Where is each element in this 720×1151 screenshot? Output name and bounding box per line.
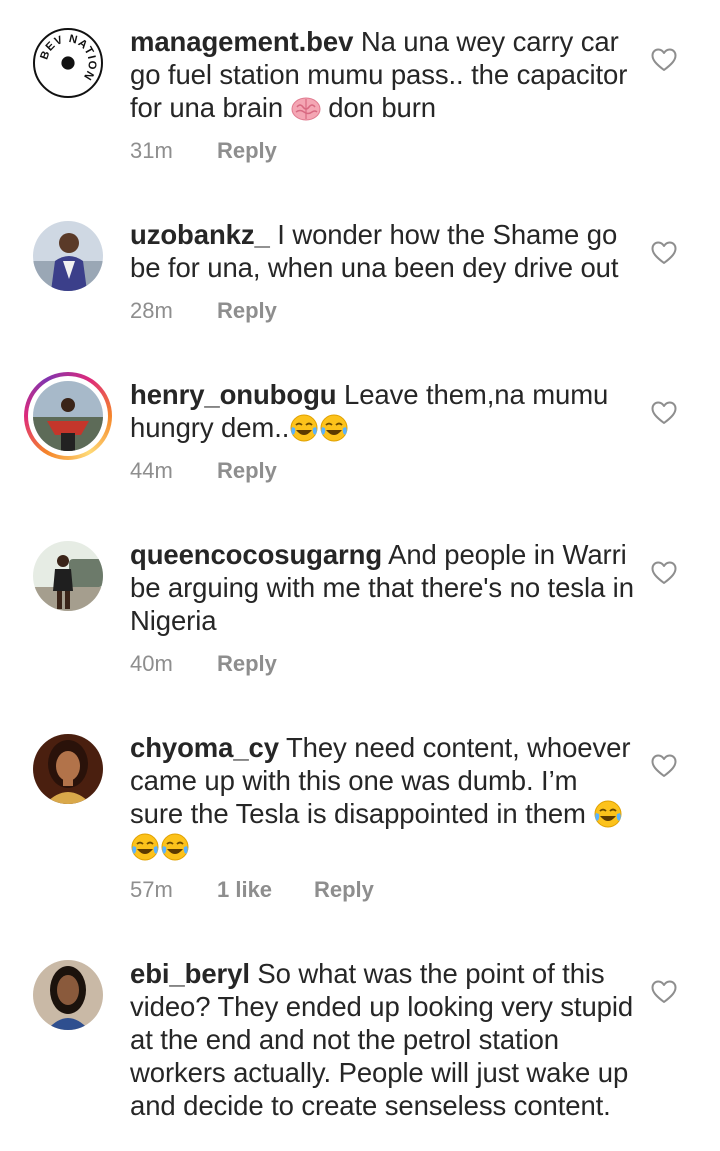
avatar[interactable]: [33, 734, 103, 804]
heart-icon[interactable]: [651, 48, 677, 72]
laughing-tears-emoji: [290, 414, 318, 442]
laughing-tears-emoji: [594, 800, 622, 828]
comment-time: 28m: [130, 298, 173, 323]
comment-time: 40m: [130, 651, 173, 676]
heart-icon[interactable]: [651, 561, 677, 585]
comment-time: 44m: [130, 458, 173, 483]
heart-icon[interactable]: [651, 754, 677, 778]
comment-meta: 31m Reply: [130, 138, 277, 164]
story-ring[interactable]: [24, 372, 112, 460]
comment-username[interactable]: uzobankz_: [130, 219, 270, 250]
comment-username[interactable]: ebi_beryl: [130, 958, 250, 989]
avatar[interactable]: BEV NATION: [33, 28, 103, 98]
comment-username[interactable]: queencocosugarng: [130, 539, 382, 570]
comment-text: queencocosugarng And people in Warri be …: [130, 538, 635, 637]
likes-count[interactable]: 1 like: [217, 877, 314, 903]
comment-username[interactable]: henry_onubogu: [130, 379, 337, 410]
heart-icon[interactable]: [651, 980, 677, 1004]
comment-time: 31m: [130, 138, 173, 163]
comment-username[interactable]: management.bev: [130, 26, 353, 57]
reply-button[interactable]: Reply: [217, 298, 277, 324]
comment-meta: 44m Reply: [130, 458, 277, 484]
avatar[interactable]: [33, 221, 103, 291]
profile-photo: [33, 960, 103, 1030]
comment-time: 57m: [130, 877, 173, 902]
comment-username[interactable]: chyoma_cy: [130, 732, 279, 763]
brain-emoji: [291, 97, 321, 121]
comment-body-end: don burn: [320, 92, 436, 123]
reply-button[interactable]: Reply: [217, 458, 277, 484]
reply-button[interactable]: Reply: [217, 651, 277, 677]
profile-photo: [33, 541, 103, 611]
bev-nation-logo: BEV NATION: [36, 31, 100, 95]
avatar[interactable]: [33, 960, 103, 1030]
profile-photo: [33, 221, 103, 291]
avatar[interactable]: [33, 541, 103, 611]
comment-text: management.bev Na una wey carry car go f…: [130, 25, 635, 124]
reply-button[interactable]: Reply: [217, 138, 277, 164]
comment-text: henry_onubogu Leave them,na mumu hungry …: [130, 378, 635, 444]
laughing-tears-emoji: [320, 414, 348, 442]
comment-text: ebi_beryl So what was the point of this …: [130, 957, 635, 1122]
comment-meta: 28m Reply: [130, 298, 277, 324]
laughing-tears-emoji: [131, 833, 159, 861]
avatar[interactable]: [33, 381, 103, 451]
comment-meta: 40m Reply: [130, 651, 277, 677]
heart-icon[interactable]: [651, 401, 677, 425]
laughing-tears-emoji: [161, 833, 189, 861]
profile-photo: [33, 734, 103, 804]
comment-text: chyoma_cy They need content, whoever cam…: [130, 731, 635, 863]
profile-photo: [33, 381, 103, 451]
reply-button[interactable]: Reply: [314, 877, 374, 903]
comment-meta: 57m 1 like Reply: [130, 877, 374, 903]
heart-icon[interactable]: [651, 241, 677, 265]
comment-text: uzobankz_ I wonder how the Shame go be f…: [130, 218, 635, 284]
